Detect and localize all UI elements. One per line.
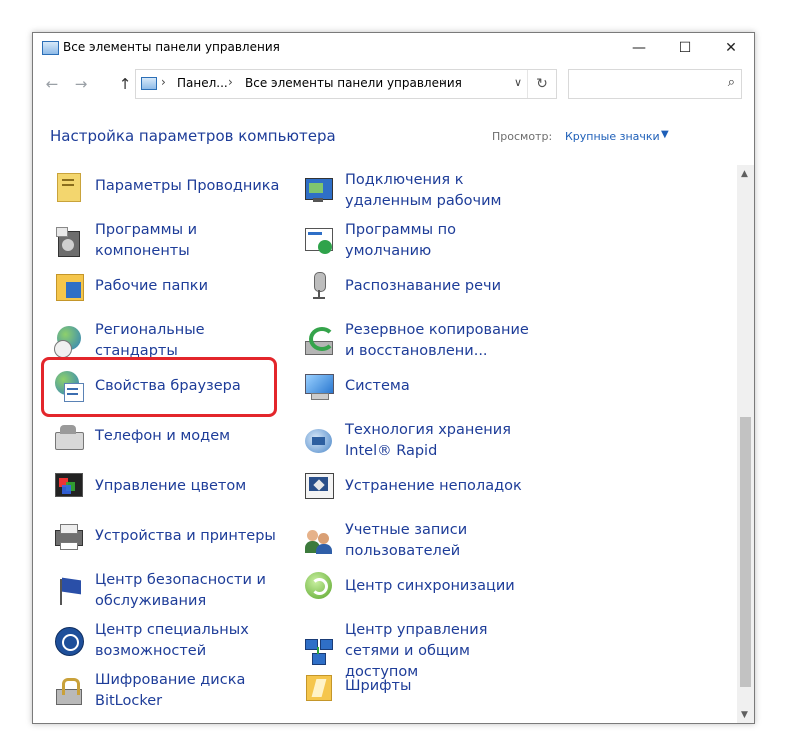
page-title: Настройка параметров компьютера xyxy=(50,127,336,145)
item-label: Шифрование диска BitLocker xyxy=(95,672,246,709)
work-folders-icon xyxy=(53,270,85,302)
item-label: Управление цветом xyxy=(95,477,247,494)
back-arrow-icon[interactable]: ← xyxy=(40,72,64,96)
microphone-icon xyxy=(303,270,335,302)
devices-printers-icon xyxy=(53,520,85,552)
programs-features-icon xyxy=(53,225,85,257)
control-panel-window: Все элементы панели управления — ☐ ✕ ← →… xyxy=(32,32,755,724)
remote-desktop-icon xyxy=(303,175,335,207)
chevron-down-icon[interactable]: ▼ xyxy=(661,129,669,140)
search-icon: ⌕ xyxy=(727,75,735,90)
maximize-button[interactable]: ☐ xyxy=(662,33,708,63)
address-history-chevron-icon[interactable]: ∨ xyxy=(514,76,522,89)
folder-options-icon xyxy=(53,170,85,202)
up-arrow-icon[interactable]: ↑ xyxy=(113,72,137,96)
search-input[interactable]: ⌕ xyxy=(568,69,742,99)
item-label: Резервное копирование и восстановлени... xyxy=(345,322,529,359)
refresh-icon[interactable]: ↻ xyxy=(527,70,556,98)
security-flag-icon xyxy=(53,575,85,607)
item-speech-recognition[interactable]: Распознавание речи xyxy=(303,270,540,302)
item-label: Устройства и принтеры xyxy=(95,527,276,544)
item-user-accounts[interactable]: Учетные записи пользователей xyxy=(303,520,540,562)
item-default-programs[interactable]: Программы по умолчанию xyxy=(303,220,540,262)
item-label: Технология хранения Intel® Rapid xyxy=(345,422,511,459)
troubleshooting-icon xyxy=(303,470,335,502)
item-label: Программы по умолчанию xyxy=(345,222,456,259)
control-panel-icon xyxy=(141,77,157,90)
item-label: Центр безопасности и обслуживания xyxy=(95,572,266,609)
breadcrumb-separator: › xyxy=(161,75,166,89)
minimize-button[interactable]: — xyxy=(616,33,662,63)
item-color-management[interactable]: Управление цветом xyxy=(53,470,290,502)
title-bar[interactable]: Все элементы панели управления — ☐ ✕ xyxy=(33,33,754,63)
item-system[interactable]: Система xyxy=(303,370,540,402)
scroll-thumb[interactable] xyxy=(740,417,751,687)
item-remote-desktop[interactable]: Подключения к удаленным рабочим xyxy=(303,170,540,212)
item-label: Устранение неполадок xyxy=(345,477,522,494)
window-title: Все элементы панели управления xyxy=(63,40,280,54)
navigation-bar: ← → ↑ › Панел... › Все элементы панели у… xyxy=(33,63,754,103)
region-globe-clock-icon xyxy=(53,325,85,358)
item-label: Система xyxy=(345,377,410,394)
item-label: Региональные стандарты xyxy=(95,322,205,359)
fonts-folder-icon xyxy=(303,670,335,702)
breadcrumb-control-panel[interactable]: Панел... xyxy=(177,76,228,90)
phone-modem-icon xyxy=(53,420,85,452)
default-programs-icon xyxy=(303,225,335,257)
scroll-up-arrow-icon[interactable]: ▲ xyxy=(741,169,748,179)
item-label: Параметры Проводника xyxy=(95,177,280,194)
item-label: Центр синхронизации xyxy=(345,577,515,594)
breadcrumb-separator: › xyxy=(441,75,446,89)
breadcrumb-separator: › xyxy=(228,75,233,89)
backup-restore-icon xyxy=(303,325,335,357)
vertical-scrollbar[interactable]: ▲ ▼ xyxy=(737,165,754,723)
item-internet-options[interactable]: Свойства браузера xyxy=(53,370,290,402)
close-button[interactable]: ✕ xyxy=(708,33,754,63)
bitlocker-lock-icon xyxy=(53,675,85,707)
network-center-icon xyxy=(303,636,335,668)
item-work-folders[interactable]: Рабочие папки xyxy=(53,270,290,302)
item-label: Шрифты xyxy=(345,677,412,694)
item-programs-features[interactable]: Программы и компоненты xyxy=(53,220,290,262)
scroll-down-arrow-icon[interactable]: ▼ xyxy=(741,710,748,720)
item-label: Программы и компоненты xyxy=(95,222,198,259)
internet-options-globe-icon xyxy=(53,370,85,402)
item-fonts[interactable]: Шрифты xyxy=(303,670,540,702)
item-devices-printers[interactable]: Устройства и принтеры xyxy=(53,520,290,552)
forward-arrow-icon[interactable]: → xyxy=(69,72,93,96)
item-label: Учетные записи пользователей xyxy=(345,522,468,559)
item-label: Распознавание речи xyxy=(345,277,502,294)
system-monitor-icon xyxy=(303,370,335,402)
item-label: Рабочие папки xyxy=(95,277,208,294)
item-backup-restore[interactable]: Резервное копирование и восстановлени... xyxy=(303,320,540,362)
item-folder-options[interactable]: Параметры Проводника xyxy=(53,170,290,202)
sync-center-icon xyxy=(303,570,335,602)
ease-of-access-icon xyxy=(53,625,85,657)
item-troubleshooting[interactable]: Устранение неполадок xyxy=(303,470,540,502)
item-label: Свойства браузера xyxy=(95,377,241,394)
address-bar[interactable]: › Панел... › Все элементы панели управле… xyxy=(135,69,557,99)
color-management-icon xyxy=(53,470,85,502)
item-ease-of-access[interactable]: Центр специальных возможностей xyxy=(53,620,290,662)
item-intel-rapid-storage[interactable]: Технология хранения Intel® Rapid xyxy=(303,420,540,462)
view-label: Просмотр: xyxy=(492,130,553,143)
item-bitlocker[interactable]: Шифрование диска BitLocker xyxy=(53,670,290,712)
item-label: Телефон и модем xyxy=(95,427,231,444)
view-mode-dropdown[interactable]: Крупные значки xyxy=(565,130,660,143)
item-sync-center[interactable]: Центр синхронизации xyxy=(303,570,540,602)
item-security-maintenance[interactable]: Центр безопасности и обслуживания xyxy=(53,570,290,612)
breadcrumb-all-items[interactable]: Все элементы панели управления xyxy=(245,76,462,90)
control-panel-icon xyxy=(42,41,59,55)
item-label: Центр специальных возможностей xyxy=(95,622,249,659)
intel-rapid-storage-icon xyxy=(303,425,335,457)
item-phone-modem[interactable]: Телефон и модем xyxy=(53,420,290,452)
user-accounts-icon xyxy=(303,525,335,557)
item-label: Подключения к удаленным рабочим xyxy=(345,172,502,209)
item-region[interactable]: Региональные стандарты xyxy=(53,320,290,362)
